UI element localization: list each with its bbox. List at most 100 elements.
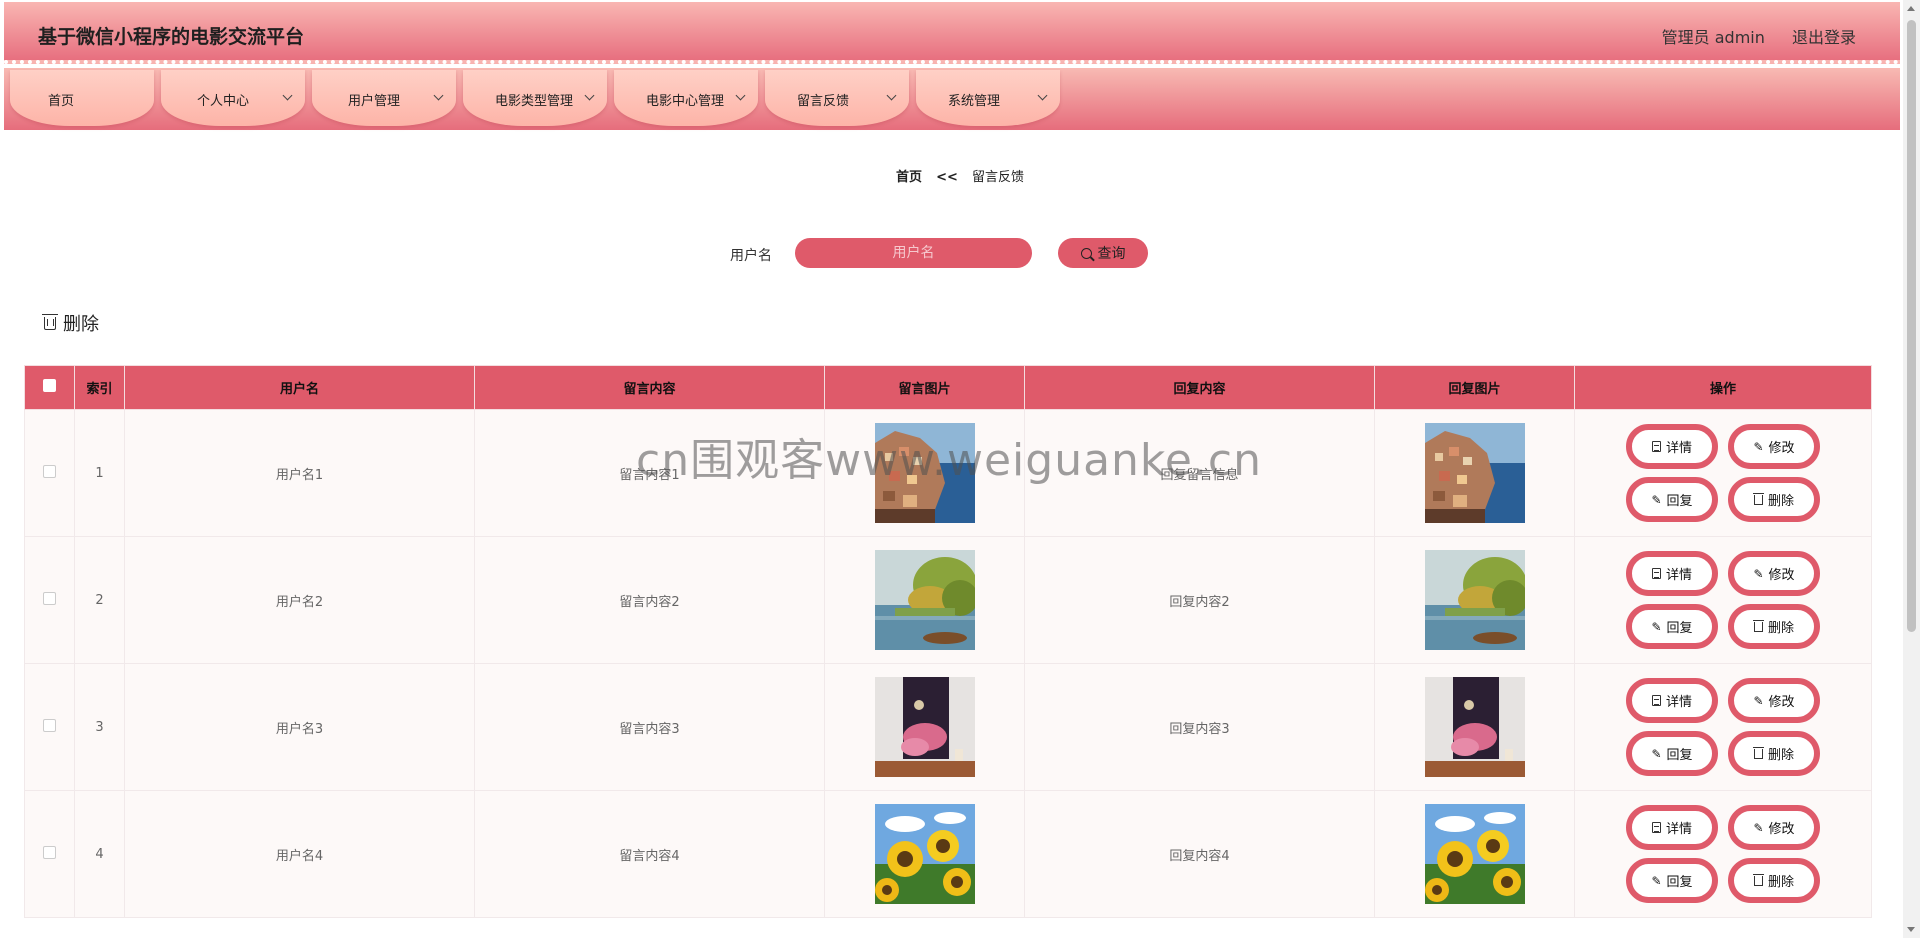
vertical-scrollbar[interactable] xyxy=(1903,0,1920,938)
column-header: 留言内容 xyxy=(474,365,825,410)
sunflowers-photo xyxy=(874,804,975,904)
reply-button[interactable]: ✎ 回复 xyxy=(1626,604,1718,649)
nav-item-feedback[interactable]: 留言反馈 xyxy=(765,70,909,126)
breadcrumb-separator: << xyxy=(936,170,958,185)
chevron-down-icon xyxy=(433,90,444,101)
pink-clouds-poster xyxy=(874,677,975,777)
column-header: 操作 xyxy=(1574,365,1872,410)
table-row: 3 用户名3 留言内容3 回复内容3 详情 ✎ 修改 ✎ 回复 删除 xyxy=(24,663,1872,791)
edit-button[interactable]: ✎ 修改 xyxy=(1728,424,1820,469)
reply-image-cell xyxy=(1374,409,1575,537)
username-cell: 用户名3 xyxy=(124,663,475,791)
delete-label: 删除 xyxy=(1767,494,1794,509)
breadcrumb-home[interactable]: 首页 xyxy=(896,170,922,185)
coastal-village-photo xyxy=(874,423,975,523)
main-nav: 首页 个人中心 用户管理 电影类型管理 电影中心管理 留言反馈 系统管理 xyxy=(4,68,1900,130)
delete-label: 删除 xyxy=(1767,621,1794,636)
image-cell xyxy=(824,409,1025,537)
batch-delete-button[interactable]: 删除 xyxy=(42,310,99,336)
edit-label: 修改 xyxy=(1768,568,1795,583)
detail-button[interactable]: 详情 xyxy=(1626,678,1718,723)
column-header: 留言图片 xyxy=(824,365,1025,410)
nav-item-label: 电影中心管理 xyxy=(646,94,725,109)
content-cell: 留言内容3 xyxy=(474,663,825,791)
row-checkbox[interactable] xyxy=(43,845,56,859)
chevron-down-icon xyxy=(886,90,897,101)
row-checkbox-cell xyxy=(24,790,75,918)
pencil-icon: ✎ xyxy=(1753,439,1764,454)
edit-button[interactable]: ✎ 修改 xyxy=(1728,551,1820,596)
nav-item-movie-center-management[interactable]: 电影中心管理 xyxy=(614,70,758,126)
actions-cell: 详情 ✎ 修改 ✎ 回复 删除 xyxy=(1574,663,1872,791)
reply-button[interactable]: ✎ 回复 xyxy=(1626,858,1718,903)
edit-label: 修改 xyxy=(1768,441,1795,456)
scroll-up-arrow-icon[interactable] xyxy=(1907,6,1915,11)
index-cell: 3 xyxy=(74,663,125,791)
delete-label: 删除 xyxy=(1767,875,1794,890)
actions-cell: 详情 ✎ 修改 ✎ 回复 删除 xyxy=(1574,790,1872,918)
scroll-down-arrow-icon[interactable] xyxy=(1907,927,1915,932)
nav-item-home[interactable]: 首页 xyxy=(10,70,154,126)
search-input[interactable] xyxy=(795,238,1032,268)
header-user-area: 管理员 admin 退出登录 xyxy=(1640,24,1856,48)
actions-cell: 详情 ✎ 修改 ✎ 回复 删除 xyxy=(1574,536,1872,664)
logout-link[interactable]: 退出登录 xyxy=(1792,28,1856,47)
reply-button[interactable]: ✎ 回复 xyxy=(1626,731,1718,776)
table-row: 2 用户名2 留言内容2 回复内容2 详情 ✎ 修改 ✎ 回复 删除 xyxy=(24,536,1872,664)
nav-item-label: 首页 xyxy=(48,94,75,109)
nav-item-user-management[interactable]: 用户管理 xyxy=(312,70,456,126)
select-all-header xyxy=(24,365,75,410)
detail-label: 详情 xyxy=(1665,441,1692,456)
edit-label: 修改 xyxy=(1768,822,1795,837)
column-header: 索引 xyxy=(74,365,125,410)
detail-button[interactable]: 详情 xyxy=(1626,551,1718,596)
reply-cell: 回复内容3 xyxy=(1024,663,1375,791)
search-button[interactable]: 查询 xyxy=(1058,238,1148,268)
edit-button[interactable]: ✎ 修改 xyxy=(1728,678,1820,723)
detail-button[interactable]: 详情 xyxy=(1626,805,1718,850)
index-cell: 2 xyxy=(74,536,125,664)
detail-button[interactable]: 详情 xyxy=(1626,424,1718,469)
delete-button[interactable]: 删除 xyxy=(1728,858,1820,903)
pencil-icon: ✎ xyxy=(1651,746,1662,761)
delete-button[interactable]: 删除 xyxy=(1728,477,1820,522)
reply-button[interactable]: ✎ 回复 xyxy=(1626,477,1718,522)
pencil-icon: ✎ xyxy=(1753,566,1764,581)
select-all-checkbox[interactable] xyxy=(43,379,56,392)
row-checkbox[interactable] xyxy=(43,591,56,605)
pencil-icon: ✎ xyxy=(1651,492,1662,507)
document-icon xyxy=(1651,822,1661,833)
pencil-icon: ✎ xyxy=(1651,873,1662,888)
trash-icon xyxy=(1752,619,1764,632)
column-header: 回复内容 xyxy=(1024,365,1375,410)
trash-icon xyxy=(1752,873,1764,886)
nav-item-personal-center[interactable]: 个人中心 xyxy=(161,70,305,126)
nav-item-movie-type-management[interactable]: 电影类型管理 xyxy=(463,70,607,126)
app-title: 基于微信小程序的电影交流平台 xyxy=(38,26,305,48)
reply-image-cell xyxy=(1374,663,1575,791)
table-header-row: 索引 用户名 留言内容 留言图片 回复内容 回复图片 操作 xyxy=(24,365,1872,410)
edit-button[interactable]: ✎ 修改 xyxy=(1728,805,1820,850)
delete-button[interactable]: 删除 xyxy=(1728,604,1820,649)
reply-cell: 回复内容4 xyxy=(1024,790,1375,918)
edit-label: 修改 xyxy=(1768,695,1795,710)
search-icon xyxy=(1080,247,1092,259)
batch-delete-label: 删除 xyxy=(63,314,99,335)
row-checkbox[interactable] xyxy=(43,464,56,478)
breadcrumb-current: 留言反馈 xyxy=(972,170,1025,185)
index-cell: 1 xyxy=(74,409,125,537)
pencil-icon: ✎ xyxy=(1753,693,1764,708)
nav-item-label: 电影类型管理 xyxy=(495,94,574,109)
content-cell: 留言内容2 xyxy=(474,536,825,664)
nav-item-label: 用户管理 xyxy=(348,94,401,109)
username-cell: 用户名1 xyxy=(124,409,475,537)
current-user-label: 管理员 admin xyxy=(1661,28,1765,47)
pink-clouds-poster xyxy=(1424,677,1525,777)
pencil-icon: ✎ xyxy=(1753,820,1764,835)
scrollbar-thumb[interactable] xyxy=(1907,20,1916,632)
delete-button[interactable]: 删除 xyxy=(1728,731,1820,776)
nav-item-system-management[interactable]: 系统管理 xyxy=(916,70,1060,126)
row-checkbox[interactable] xyxy=(43,718,56,732)
detail-label: 详情 xyxy=(1665,822,1692,837)
document-icon xyxy=(1651,568,1661,579)
